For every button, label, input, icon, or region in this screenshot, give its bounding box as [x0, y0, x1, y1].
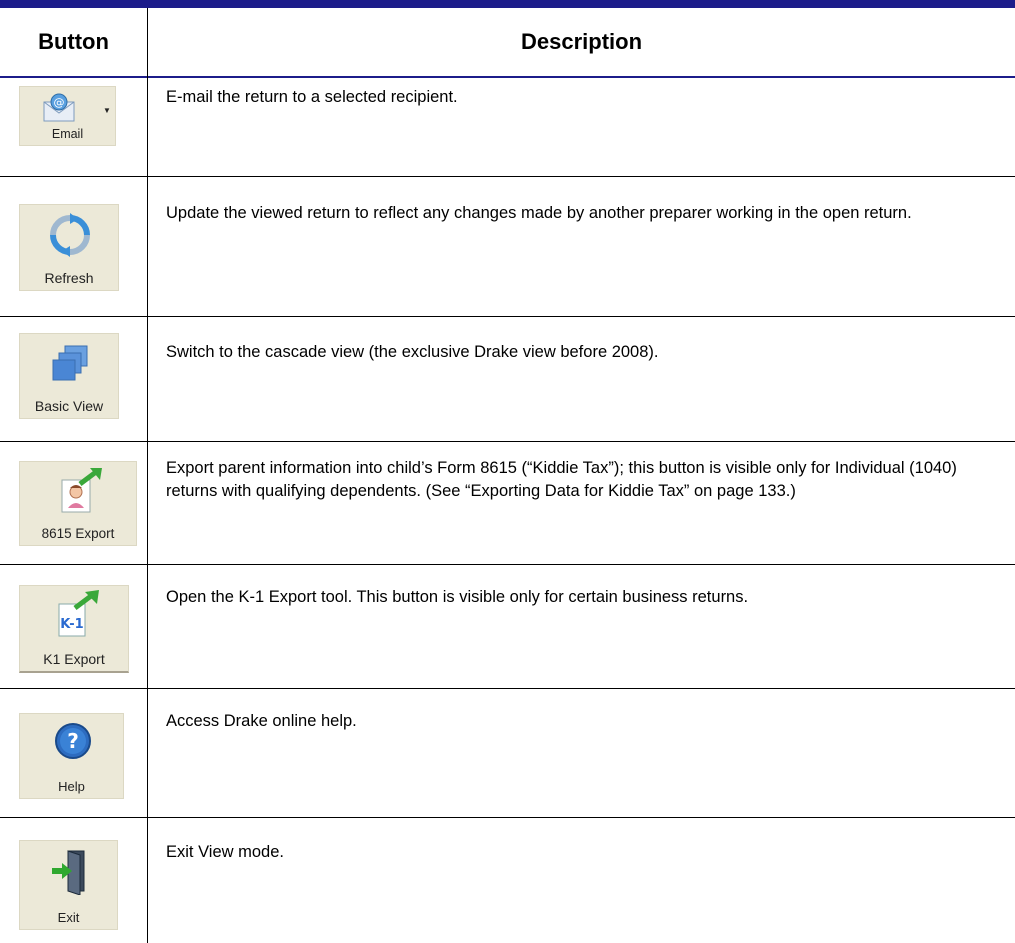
- exit-button-label: Exit: [57, 910, 80, 925]
- email-button[interactable]: @ ▼ Email: [19, 86, 116, 146]
- column-divider: [147, 8, 148, 943]
- refresh-button-label: Refresh: [44, 270, 94, 286]
- row-rule: [0, 316, 1015, 317]
- header-rule: [0, 76, 1015, 78]
- row-rule: [0, 176, 1015, 177]
- row-rule: [0, 688, 1015, 689]
- basic-view-button[interactable]: Basic View: [19, 333, 119, 419]
- header-description: Description: [520, 29, 643, 54]
- header-button: Button: [38, 29, 109, 54]
- basic-view-button-label: Basic View: [34, 398, 104, 414]
- table-top-rule: [0, 0, 1015, 8]
- email-button-label: Email: [51, 127, 84, 141]
- k1-export-button-label: K1 Export: [43, 651, 105, 667]
- 8615-export-button-label: 8615 Export: [41, 526, 115, 541]
- svg-text:@: @: [54, 96, 65, 109]
- k1-export-icon: K-1: [58, 590, 99, 637]
- help-button[interactable]: ? Help: [19, 713, 124, 799]
- description-k1-export: Open the K-1 Export tool. This button is…: [166, 588, 749, 606]
- exit-door-icon: [52, 850, 85, 895]
- description-exit: Exit View mode.: [166, 843, 284, 861]
- description-email: E-mail the return to a selected recipien…: [166, 88, 458, 106]
- help-icon: ?: [55, 723, 91, 759]
- 8615-export-button[interactable]: 8615 Export: [19, 461, 137, 546]
- row-rule: [0, 441, 1015, 442]
- dropdown-arrow-icon[interactable]: ▼: [103, 106, 111, 115]
- svg-text:K-1: K-1: [60, 617, 83, 632]
- refresh-icon: [50, 213, 90, 257]
- kiddie-export-icon: [61, 468, 102, 513]
- email-icon: @: [43, 93, 75, 122]
- description-basic-view: Switch to the cascade view (the exclusiv…: [166, 343, 659, 361]
- row-rule: [0, 817, 1015, 818]
- k1-export-button[interactable]: K-1 K1 Export: [19, 585, 129, 673]
- refresh-button[interactable]: Refresh: [19, 204, 119, 291]
- svg-text:?: ?: [67, 729, 79, 753]
- help-button-label: Help: [58, 779, 85, 794]
- description-refresh: Update the viewed return to reflect any …: [166, 204, 912, 222]
- basic-view-icon: [52, 345, 88, 381]
- row-rule: [0, 564, 1015, 565]
- description-help: Access Drake online help.: [166, 712, 357, 730]
- description-8615-export: Export parent information into child’s F…: [166, 459, 957, 500]
- exit-button[interactable]: Exit: [19, 840, 118, 930]
